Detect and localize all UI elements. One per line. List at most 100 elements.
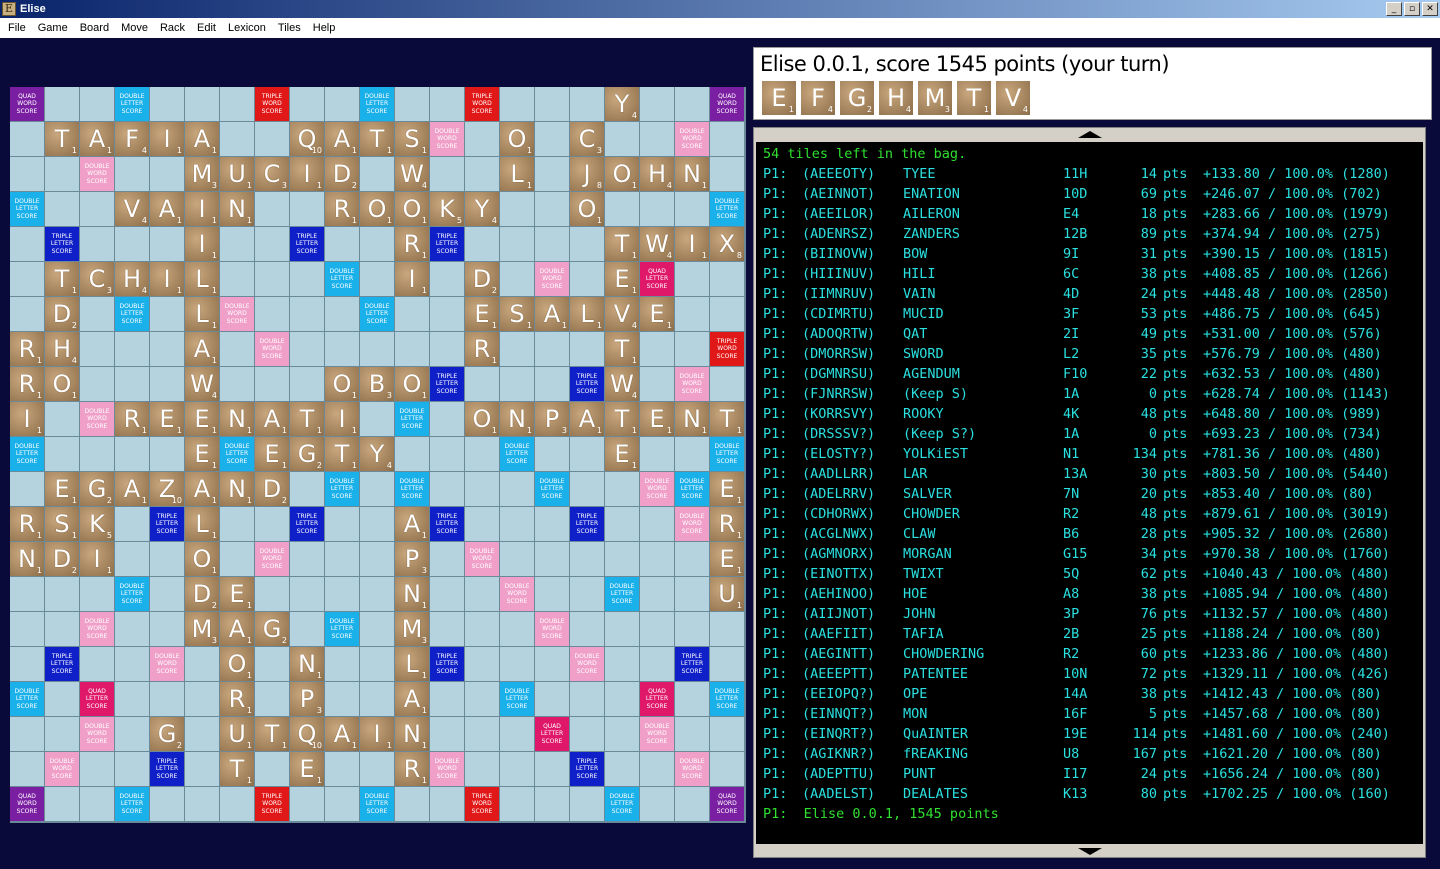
board-square[interactable] <box>430 437 464 471</box>
board-square[interactable] <box>45 787 79 821</box>
board-tile[interactable]: A1 <box>115 472 149 506</box>
board-tile[interactable]: N1 <box>220 192 254 226</box>
board-square[interactable] <box>220 262 254 296</box>
board-tile[interactable]: D2 <box>185 577 219 611</box>
board-square[interactable] <box>500 332 534 366</box>
board-square[interactable] <box>430 577 464 611</box>
board-tile[interactable]: T1 <box>325 437 359 471</box>
board-square[interactable] <box>45 192 79 226</box>
board-square[interactable] <box>500 612 534 646</box>
board-square[interactable] <box>500 262 534 296</box>
board-tile[interactable]: I1 <box>80 542 114 576</box>
premium-square-dws[interactable]: DOUBLE WORD SCORE <box>430 122 464 156</box>
premium-square-qws[interactable]: QUAD WORD SCORE <box>10 787 44 821</box>
rack-tile[interactable]: F4 <box>801 81 835 115</box>
board-square[interactable] <box>640 647 674 681</box>
board-tile[interactable]: U1 <box>220 717 254 751</box>
premium-square-dls[interactable]: DOUBLE LETTER SCORE <box>10 437 44 471</box>
board-square[interactable] <box>675 577 709 611</box>
board-tile[interactable]: A1 <box>325 717 359 751</box>
board-square[interactable] <box>430 717 464 751</box>
board-square[interactable] <box>360 157 394 191</box>
board-square[interactable] <box>395 787 429 821</box>
board-square[interactable] <box>115 542 149 576</box>
board-tile[interactable]: H4 <box>45 332 79 366</box>
board-square[interactable] <box>605 507 639 541</box>
board-tile[interactable]: C3 <box>255 157 289 191</box>
board-tile[interactable]: E1 <box>465 297 499 331</box>
board-square[interactable] <box>45 577 79 611</box>
board-square[interactable] <box>675 717 709 751</box>
app-icon[interactable]: E <box>2 2 16 16</box>
board-square[interactable] <box>115 157 149 191</box>
board-square[interactable] <box>45 157 79 191</box>
board-tile[interactable]: R1 <box>220 682 254 716</box>
board-square[interactable] <box>640 122 674 156</box>
board-square[interactable] <box>80 647 114 681</box>
board-square[interactable] <box>290 332 324 366</box>
board-square[interactable] <box>570 682 604 716</box>
board-tile[interactable]: B3 <box>360 367 394 401</box>
board-tile[interactable]: N1 <box>395 577 429 611</box>
board-square[interactable] <box>150 612 184 646</box>
board-square[interactable] <box>325 297 359 331</box>
board-square[interactable] <box>395 87 429 121</box>
board-square[interactable] <box>325 227 359 261</box>
menu-file[interactable]: File <box>2 22 32 34</box>
board-square[interactable] <box>290 542 324 576</box>
board-tile[interactable]: T1 <box>605 332 639 366</box>
board-tile[interactable]: I1 <box>185 192 219 226</box>
board-square[interactable] <box>535 507 569 541</box>
board-square[interactable] <box>290 612 324 646</box>
board-square[interactable] <box>710 262 744 296</box>
board-tile[interactable]: I1 <box>185 227 219 261</box>
board-square[interactable] <box>640 752 674 786</box>
board-square[interactable] <box>115 367 149 401</box>
board-square[interactable] <box>10 717 44 751</box>
board-square[interactable] <box>570 787 604 821</box>
premium-square-tls[interactable]: TRIPLE LETTER SCORE <box>570 367 604 401</box>
premium-square-dls[interactable]: DOUBLE LETTER SCORE <box>500 437 534 471</box>
premium-square-qls[interactable]: QUAD LETTER SCORE <box>535 717 569 751</box>
board-tile[interactable]: X8 <box>710 227 744 261</box>
board-tile[interactable]: V4 <box>115 192 149 226</box>
premium-square-dls[interactable]: DOUBLE LETTER SCORE <box>115 297 149 331</box>
board-square[interactable] <box>430 542 464 576</box>
board-square[interactable] <box>325 87 359 121</box>
board-square[interactable] <box>570 577 604 611</box>
board-tile[interactable]: I1 <box>10 402 44 436</box>
board-square[interactable] <box>10 122 44 156</box>
board-square[interactable] <box>10 472 44 506</box>
board-tile[interactable]: I1 <box>675 227 709 261</box>
rack-tile[interactable]: E1 <box>762 81 796 115</box>
board-tile[interactable]: L1 <box>395 647 429 681</box>
board-square[interactable] <box>115 227 149 261</box>
board-square[interactable] <box>465 437 499 471</box>
board-square[interactable] <box>500 717 534 751</box>
board-square[interactable] <box>45 717 79 751</box>
board-square[interactable] <box>640 192 674 226</box>
board-square[interactable] <box>10 157 44 191</box>
board-square[interactable] <box>605 542 639 576</box>
board-square[interactable] <box>710 297 744 331</box>
board-square[interactable] <box>80 577 114 611</box>
board-square[interactable] <box>500 472 534 506</box>
board-tile[interactable]: D2 <box>45 297 79 331</box>
premium-square-dls[interactable]: DOUBLE LETTER SCORE <box>325 472 359 506</box>
board-square[interactable] <box>10 612 44 646</box>
premium-square-dws[interactable]: DOUBLE WORD SCORE <box>45 752 79 786</box>
board-square[interactable] <box>535 437 569 471</box>
board-square[interactable] <box>325 507 359 541</box>
scroll-up-button[interactable] <box>754 128 1425 140</box>
premium-square-qws[interactable]: QUAD WORD SCORE <box>710 87 744 121</box>
board-square[interactable] <box>80 752 114 786</box>
board-square[interactable] <box>465 472 499 506</box>
board-tile[interactable]: E1 <box>255 437 289 471</box>
board-tile[interactable]: I1 <box>325 402 359 436</box>
board-square[interactable] <box>675 437 709 471</box>
board-square[interactable] <box>255 647 289 681</box>
board-square[interactable] <box>255 297 289 331</box>
board-tile[interactable]: Q 10 <box>290 122 324 156</box>
board-square[interactable] <box>115 647 149 681</box>
board-tile[interactable]: T1 <box>710 402 744 436</box>
